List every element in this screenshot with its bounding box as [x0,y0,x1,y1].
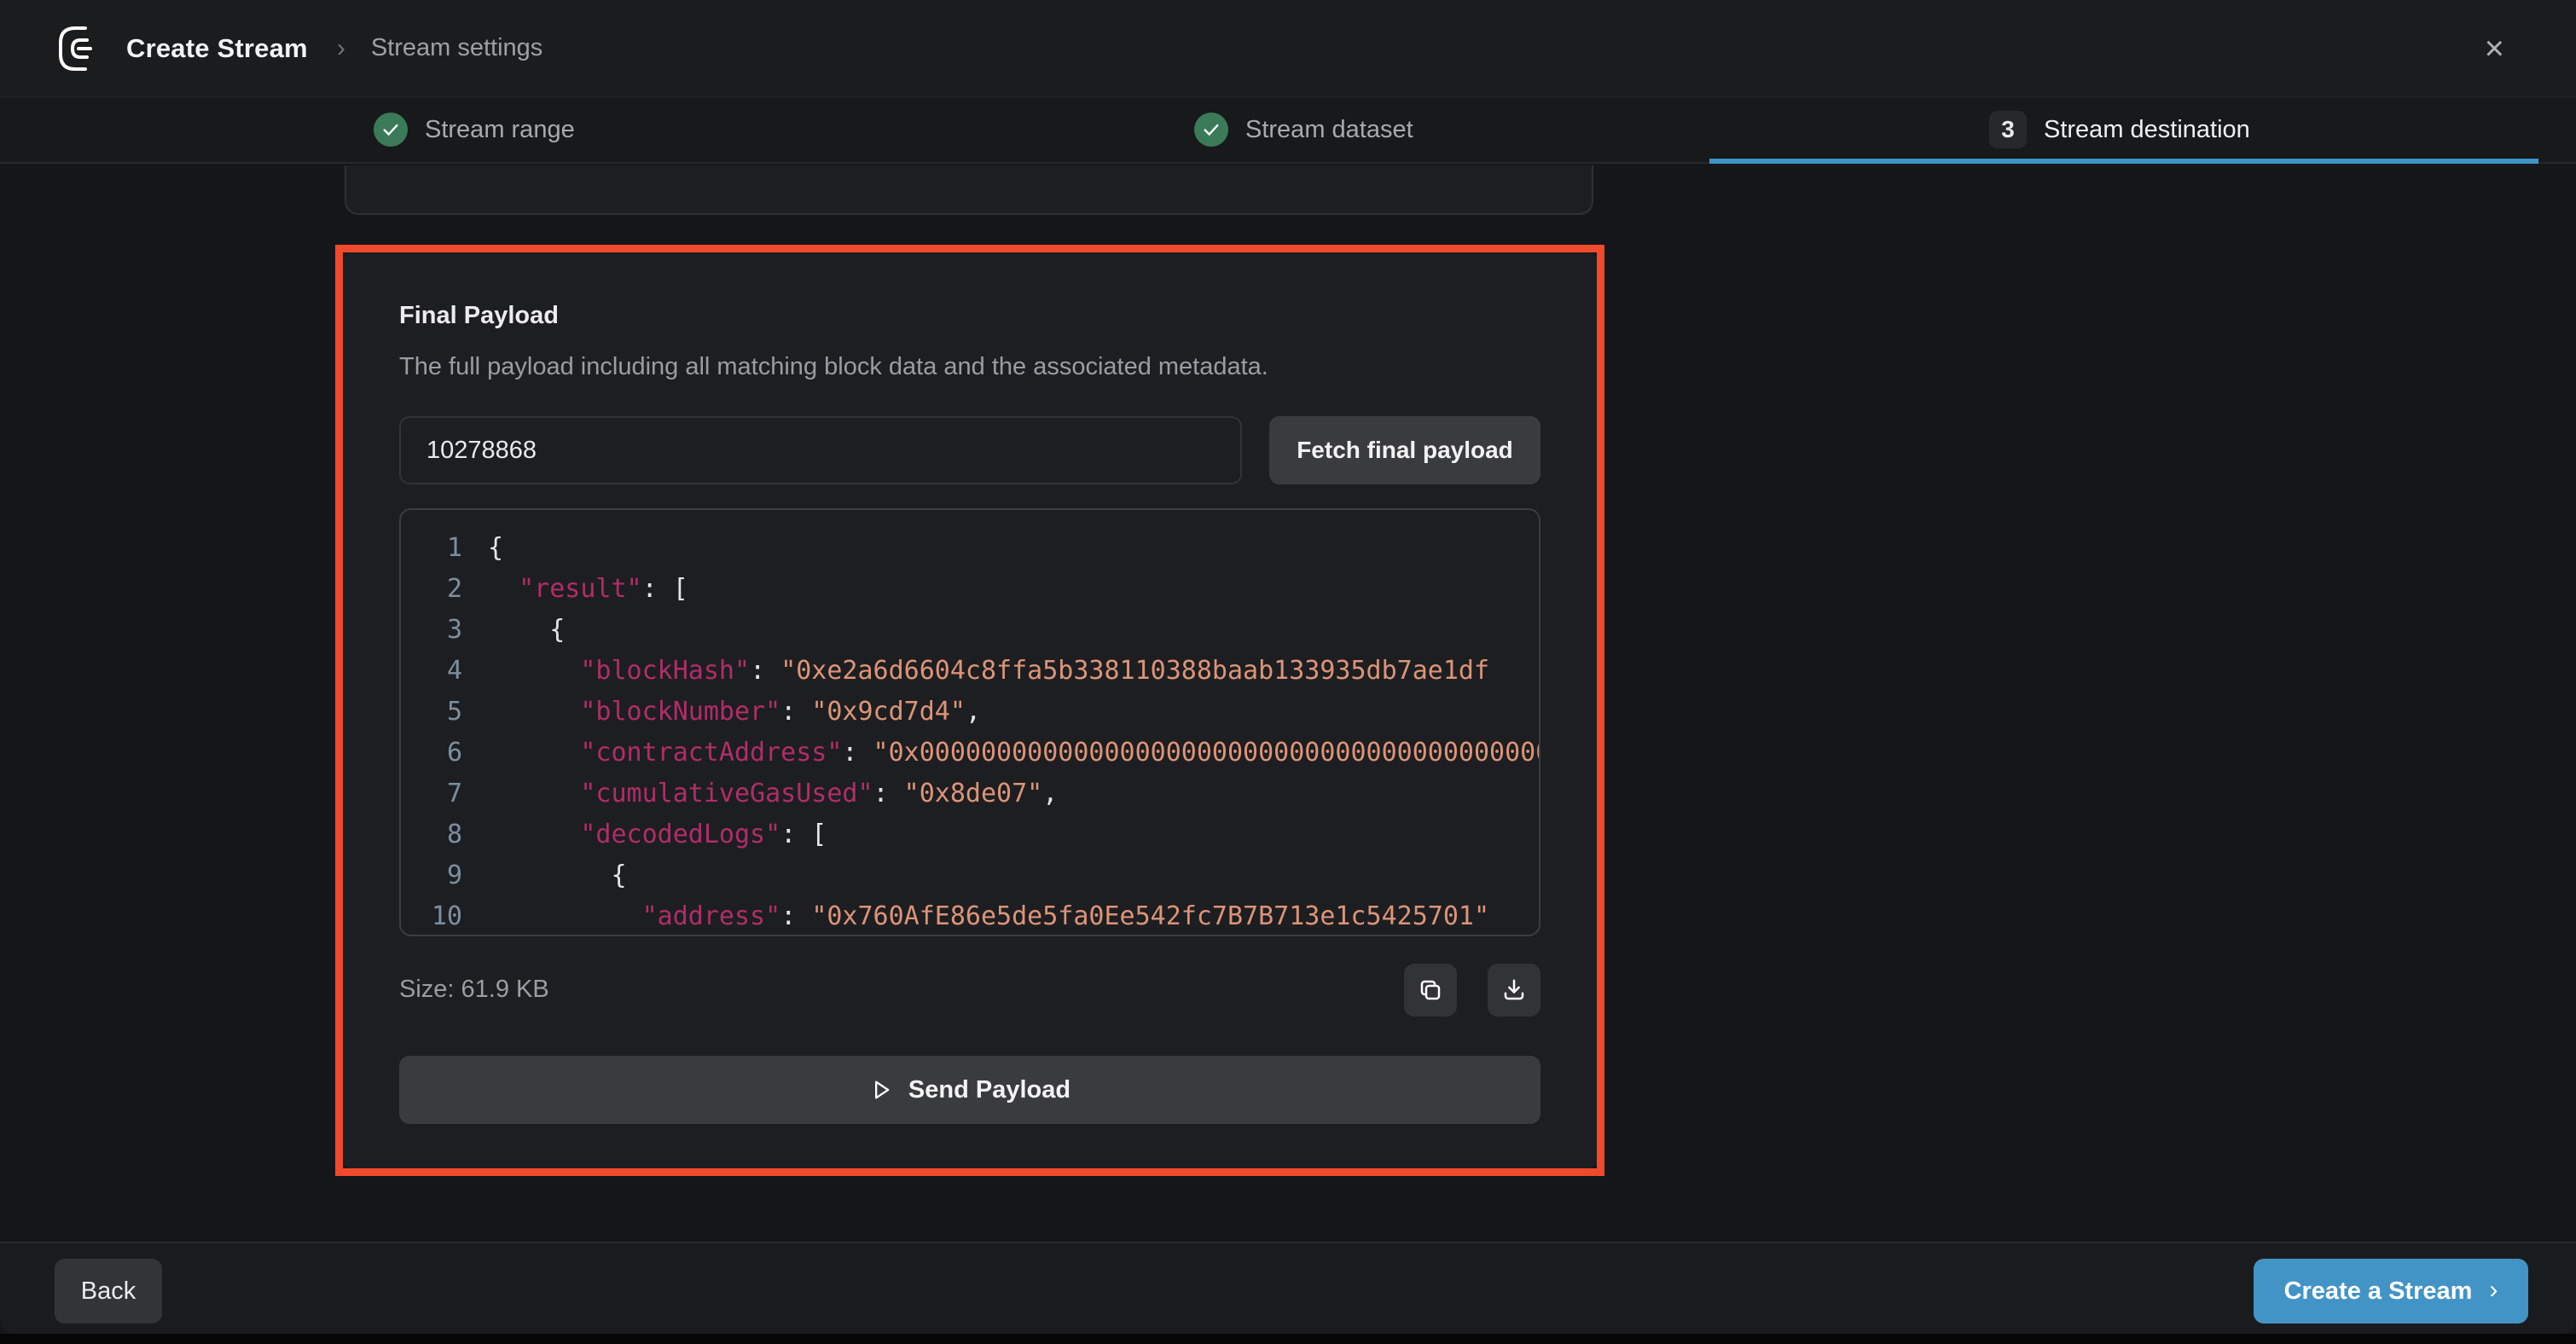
copy-button[interactable] [1404,964,1457,1017]
app-logo-icon [53,24,102,73]
page-title: Create Stream [126,33,308,64]
code-token [488,901,642,931]
download-icon [1501,977,1527,1003]
code-line: 2 "result": [ [401,568,1539,609]
line-number: 8 [423,820,462,849]
line-number: 7 [423,779,462,808]
code-token: { [488,533,503,563]
fetch-final-payload-button[interactable]: Fetch final payload [1269,416,1540,484]
step-stream-destination[interactable]: 3 Stream destination [1989,97,2250,162]
code-line: 9 { [401,854,1539,895]
code-token: "0x0000000000000000000000000000000000000… [873,738,1540,768]
code-token: : [ [780,820,827,849]
code-token [488,779,580,808]
download-button[interactable] [1488,964,1540,1017]
block-number-input[interactable] [399,416,1242,484]
step-label: Stream dataset [1245,116,1413,144]
code-token: : [750,656,780,686]
code-token: { [488,615,565,645]
line-number: 3 [423,615,462,645]
line-number: 5 [423,697,462,727]
create-stream-label: Create a Stream [2284,1277,2473,1306]
close-icon[interactable]: × [2485,32,2504,66]
code-token: "blockHash" [580,656,750,686]
code-line: 5 "blockNumber": "0x9cd7d4", [401,691,1539,732]
code-token: , [1042,779,1058,808]
code-token: : [842,738,873,768]
code-token: : [780,697,811,727]
send-payload-button[interactable]: Send Payload [399,1056,1540,1124]
check-icon [374,113,408,147]
line-number: 9 [423,860,462,890]
line-number: 10 [423,901,462,931]
line-number: 4 [423,656,462,686]
code-line: 3 { [401,609,1539,650]
final-payload-panel: Final Payload The full payload including… [343,252,1597,1168]
step-stream-dataset[interactable]: Stream dataset [1194,97,1413,162]
play-icon [869,1078,893,1102]
footer-bar: Back Create a Stream › [0,1242,2576,1334]
line-number: 1 [423,533,462,563]
payload-size-label: Size: 61.9 KB [399,976,549,1004]
code-token: "decodedLogs" [580,820,780,849]
send-payload-label: Send Payload [908,1076,1070,1104]
code-token [488,574,519,604]
code-token: "0x9cd7d4" [811,697,966,727]
line-number: 2 [423,574,462,604]
code-token: : [873,779,904,808]
code-token [488,738,580,768]
breadcrumb-chevron-icon: › [337,34,345,63]
check-icon [1194,113,1228,147]
line-number: 6 [423,738,462,768]
code-token: , [966,697,981,727]
code-token: "0x8de07" [904,779,1043,808]
back-button[interactable]: Back [55,1259,162,1324]
code-line: 10 "address": "0x760AfE86e5de5fa0Ee542fc… [401,895,1539,936]
code-token: "address" [642,901,781,931]
step-stream-range[interactable]: Stream range [374,97,575,162]
header-bar: Create Stream › Stream settings × [0,0,2576,97]
highlight-outline: Final Payload The full payload including… [335,245,1604,1176]
breadcrumb: Stream settings [371,34,542,62]
section-description: The full payload including all matching … [399,353,1268,381]
code-line: 8 "decodedLogs": [ [401,814,1539,854]
code-token [488,656,580,686]
active-step-indicator [1709,159,2538,164]
code-token: "blockNumber" [580,697,780,727]
code-token [488,697,580,727]
step-label: Stream range [425,116,575,144]
section-title: Final Payload [399,302,559,330]
code-line: 6 "contractAddress": "0x0000000000000000… [401,732,1539,773]
code-token: "result" [519,574,642,604]
chevron-right-icon: › [2489,1276,2498,1305]
code-token: "0x760AfE86e5de5fa0Ee542fc7B7B713e1c5425… [811,901,1489,931]
code-token: "0xe2a6d6604c8ffa5b338110388baab133935db… [780,656,1489,686]
code-line: 4 "blockHash": "0xe2a6d6604c8ffa5b338110… [401,650,1539,691]
code-line: 7 "cumulativeGasUsed": "0x8de07", [401,773,1539,814]
payload-code-viewer[interactable]: 1{2 "result": [3 {4 "blockHash": "0xe2a6… [399,508,1540,936]
code-line: 1{ [401,527,1539,568]
code-token: "cumulativeGasUsed" [580,779,873,808]
stepper-bar: Stream range Stream dataset 3 Stream des… [0,97,2576,164]
previous-section-card [345,165,1593,215]
code-token: "contractAddress" [580,738,842,768]
code-token: : [780,901,811,931]
copy-icon [1418,977,1443,1003]
code-token: { [488,860,627,890]
code-token: : [ [642,574,688,604]
step-number-badge: 3 [1989,111,2027,148]
step-label: Stream destination [2044,116,2250,144]
code-token [488,820,580,849]
create-stream-button[interactable]: Create a Stream › [2254,1259,2528,1324]
window-bottom-edge [0,1334,2576,1344]
